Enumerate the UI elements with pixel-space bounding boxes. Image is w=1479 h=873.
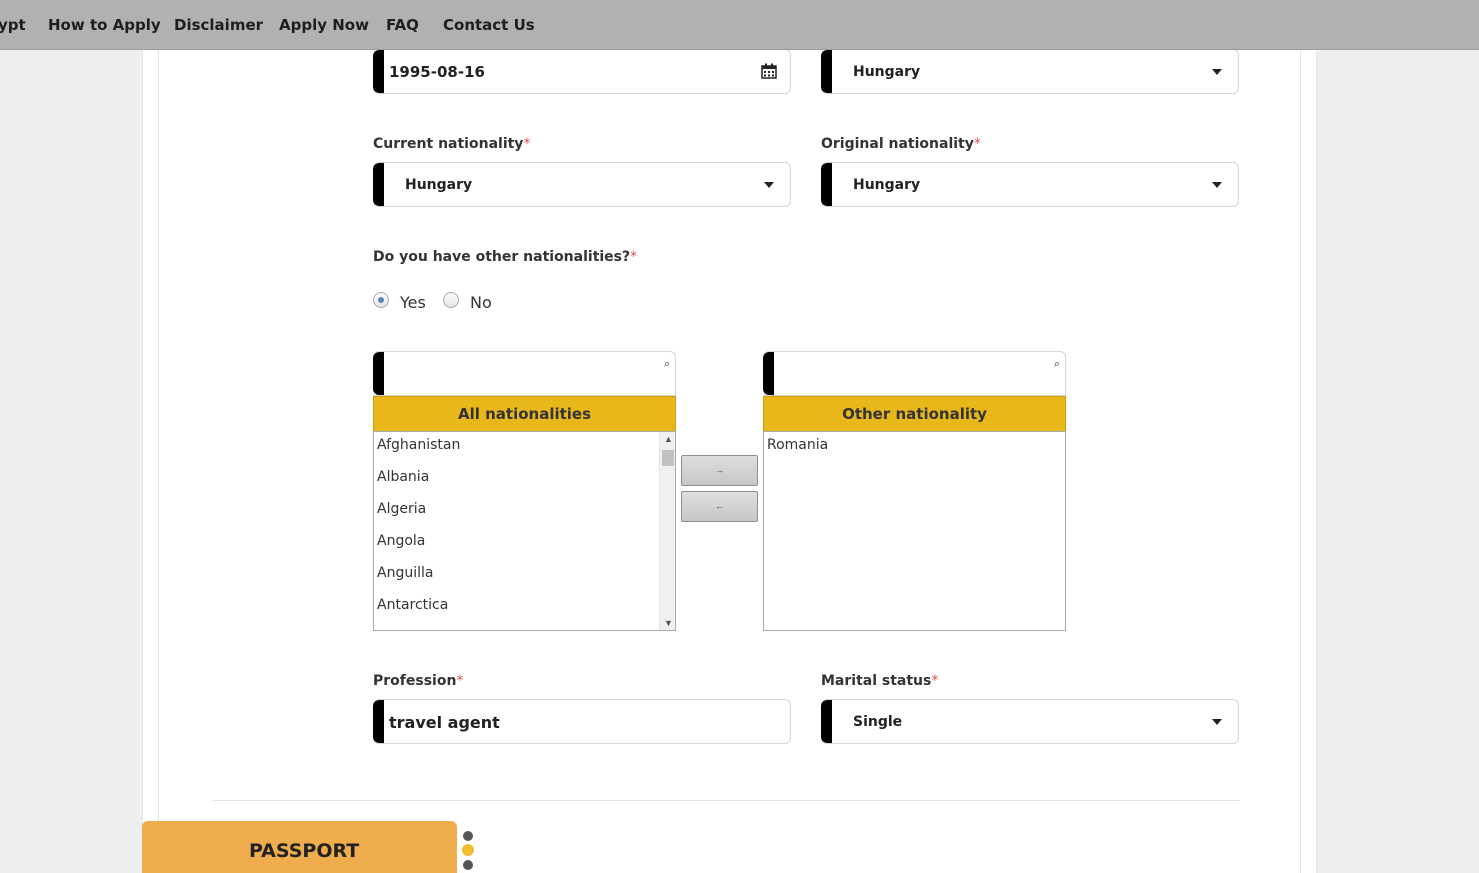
calendar-icon[interactable]: [761, 63, 777, 79]
list-item[interactable]: Angola: [377, 533, 425, 549]
birth-date-value: 1995-08-16: [389, 63, 485, 81]
chevron-down-icon: [1212, 719, 1222, 725]
other-nationality-search-input[interactable]: ⌕: [763, 351, 1066, 396]
marital-status-select[interactable]: Single: [821, 699, 1239, 744]
profession-value: travel agent: [389, 713, 500, 732]
birth-date-input[interactable]: 1995-08-16: [373, 49, 791, 94]
current-nationality-value: Hungary: [405, 177, 473, 193]
field-accent-bar: [821, 163, 832, 206]
list-item[interactable]: Albania: [377, 469, 429, 485]
step-dot-active: [462, 844, 474, 856]
original-nationality-label: Original nationality*: [821, 136, 981, 152]
nav-item-contact-us[interactable]: Contact Us: [443, 16, 535, 34]
scroll-thumb[interactable]: [662, 450, 674, 466]
nav-item-how-to-apply[interactable]: How to Apply: [48, 16, 161, 34]
radio-no-label[interactable]: No: [470, 293, 492, 312]
field-accent-bar: [821, 50, 832, 93]
radio-yes-label[interactable]: Yes: [400, 293, 426, 312]
step-dot: [463, 860, 473, 870]
passport-section-label: PASSPORT: [249, 840, 360, 862]
radio-no[interactable]: [443, 292, 459, 308]
list-item[interactable]: Algeria: [377, 501, 426, 517]
chevron-down-icon: [1212, 182, 1222, 188]
step-dot: [463, 831, 473, 841]
field-accent-bar: [821, 700, 832, 743]
radio-yes[interactable]: [373, 292, 389, 308]
birth-country-value: Hungary: [853, 64, 921, 80]
current-nationality-label: Current nationality*: [373, 136, 531, 152]
search-icon: ⌕: [663, 358, 670, 370]
nav-item-faq[interactable]: FAQ: [386, 16, 419, 34]
all-nationalities-header: All nationalities: [373, 396, 676, 432]
profession-label: Profession*: [373, 673, 464, 689]
panel-border-left: [158, 0, 159, 873]
current-nationality-select[interactable]: Hungary: [373, 162, 791, 207]
field-accent-bar: [373, 50, 384, 93]
field-accent-bar: [763, 352, 774, 395]
profession-input[interactable]: travel agent: [373, 699, 791, 744]
list-item[interactable]: Romania: [767, 437, 828, 453]
section-divider: [213, 800, 1240, 801]
original-nationality-value: Hungary: [853, 177, 921, 193]
chevron-down-icon: [1212, 69, 1222, 75]
other-nationality-list[interactable]: Romania: [763, 431, 1066, 631]
move-right-button[interactable]: →: [681, 455, 758, 486]
birth-country-select[interactable]: Hungary: [821, 49, 1239, 94]
passport-section-tab[interactable]: PASSPORT: [142, 821, 457, 873]
panel-border-right: [1300, 0, 1301, 873]
nav-item-apply-now[interactable]: Apply Now: [279, 16, 369, 34]
field-accent-bar: [373, 352, 384, 395]
scroll-down-icon[interactable]: ▼: [664, 618, 673, 628]
top-nav: ypt How to Apply Disclaimer Apply Now FA…: [0, 0, 1479, 50]
list-item[interactable]: Afghanistan: [377, 437, 460, 453]
all-nationalities-list[interactable]: Afghanistan Albania Algeria Angola Angui…: [373, 431, 676, 631]
original-nationality-select[interactable]: Hungary: [821, 162, 1239, 207]
all-nationalities-search-input[interactable]: ⌕: [373, 351, 676, 396]
scroll-up-icon[interactable]: ▲: [664, 434, 673, 444]
search-icon: ⌕: [1053, 358, 1060, 370]
field-accent-bar: [373, 700, 384, 743]
list-item[interactable]: Antarctica: [377, 597, 448, 613]
chevron-down-icon: [764, 182, 774, 188]
nav-item-disclaimer[interactable]: Disclaimer: [174, 16, 263, 34]
list-item[interactable]: Anguilla: [377, 565, 433, 581]
nav-item-egypt[interactable]: ypt: [0, 16, 26, 34]
field-accent-bar: [373, 163, 384, 206]
other-nationalities-question: Do you have other nationalities?*: [373, 249, 638, 265]
other-nationality-header: Other nationality: [763, 396, 1066, 432]
marital-status-label: Marital status*: [821, 673, 939, 689]
marital-status-value: Single: [853, 714, 903, 730]
list-scrollbar[interactable]: ▲ ▼: [659, 432, 675, 630]
move-left-button[interactable]: ←: [681, 491, 758, 522]
